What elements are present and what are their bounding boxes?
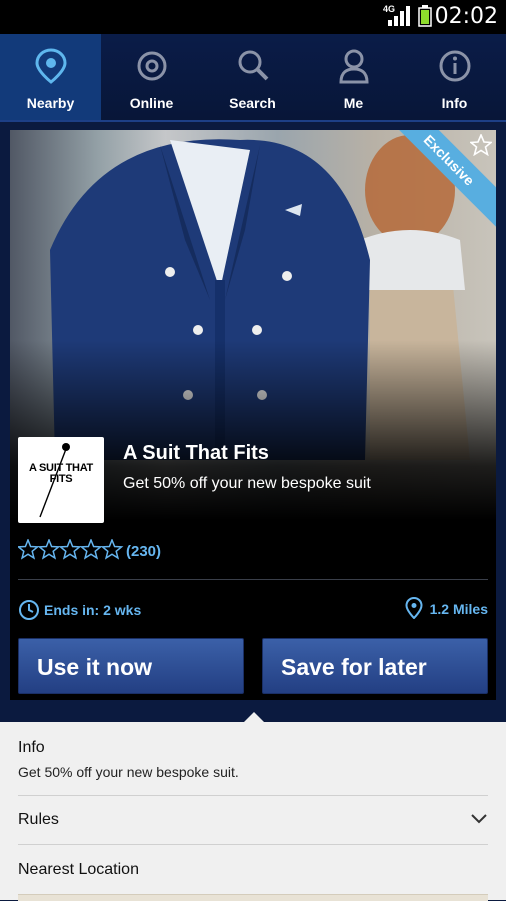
clock-icon [19, 600, 39, 620]
rating-stars [18, 539, 124, 560]
status-bar: 4G 02:02 [0, 0, 506, 34]
star-icon [79, 539, 103, 560]
rating-count: (230) [126, 543, 162, 560]
deal-description: Get 50% off your new bespoke suit [123, 475, 371, 492]
target-icon [137, 51, 167, 81]
divider [18, 844, 488, 845]
nav-tab-me[interactable]: Me [303, 34, 404, 120]
star-icon [100, 539, 124, 560]
nav-tab-label: Search [229, 95, 276, 111]
star-icon [18, 539, 40, 560]
location-pin-icon [405, 597, 423, 619]
nav-tab-label: Info [441, 95, 468, 111]
logo-wordmark: A SUIT THAT FITS [29, 462, 93, 485]
deal-ends: Ends in: 2 wks [44, 602, 142, 618]
rules-heading[interactable]: Rules [18, 811, 59, 829]
nav-tab-info[interactable]: Info [404, 34, 505, 120]
person-icon [339, 49, 369, 84]
search-icon [238, 50, 269, 81]
panel-pointer [242, 712, 266, 724]
nav-tab-label: Me [343, 95, 364, 111]
top-nav: Nearby Online Search Me Info [0, 34, 506, 122]
details-panel: Info Get 50% off your new bespoke suit. … [0, 712, 506, 901]
star-icon [470, 134, 492, 156]
signal-icon [388, 6, 410, 26]
star-icon [58, 539, 82, 560]
location-pin-icon [35, 48, 67, 84]
save-for-later-button[interactable]: Save for later [262, 638, 488, 694]
merchant-logo: A SUIT THAT FITS [18, 437, 104, 523]
divider [18, 579, 488, 580]
nav-tab-label: Nearby [26, 95, 75, 111]
clock: 02:02 [434, 4, 498, 29]
deal-distance: 1.2 Miles [429, 601, 488, 617]
battery-icon [418, 5, 432, 27]
use-it-now-button[interactable]: Use it now [18, 638, 244, 694]
nav-tab-online[interactable]: Online [101, 34, 202, 120]
nav-tab-nearby[interactable]: Nearby [0, 34, 101, 120]
divider [18, 795, 488, 796]
info-heading: Info [18, 739, 45, 756]
nav-tab-label: Online [129, 95, 174, 111]
deal-card: Exclusive A SUIT THAT FITS A Suit That F… [10, 130, 496, 700]
nearest-location-heading: Nearest Location [18, 861, 139, 878]
nav-tab-search[interactable]: Search [202, 34, 303, 120]
star-icon [37, 539, 61, 560]
chevron-down-icon[interactable] [470, 812, 488, 826]
deal-title: A Suit That Fits [123, 442, 269, 464]
info-text: Get 50% off your new bespoke suit. [18, 764, 239, 780]
info-icon [439, 50, 471, 82]
